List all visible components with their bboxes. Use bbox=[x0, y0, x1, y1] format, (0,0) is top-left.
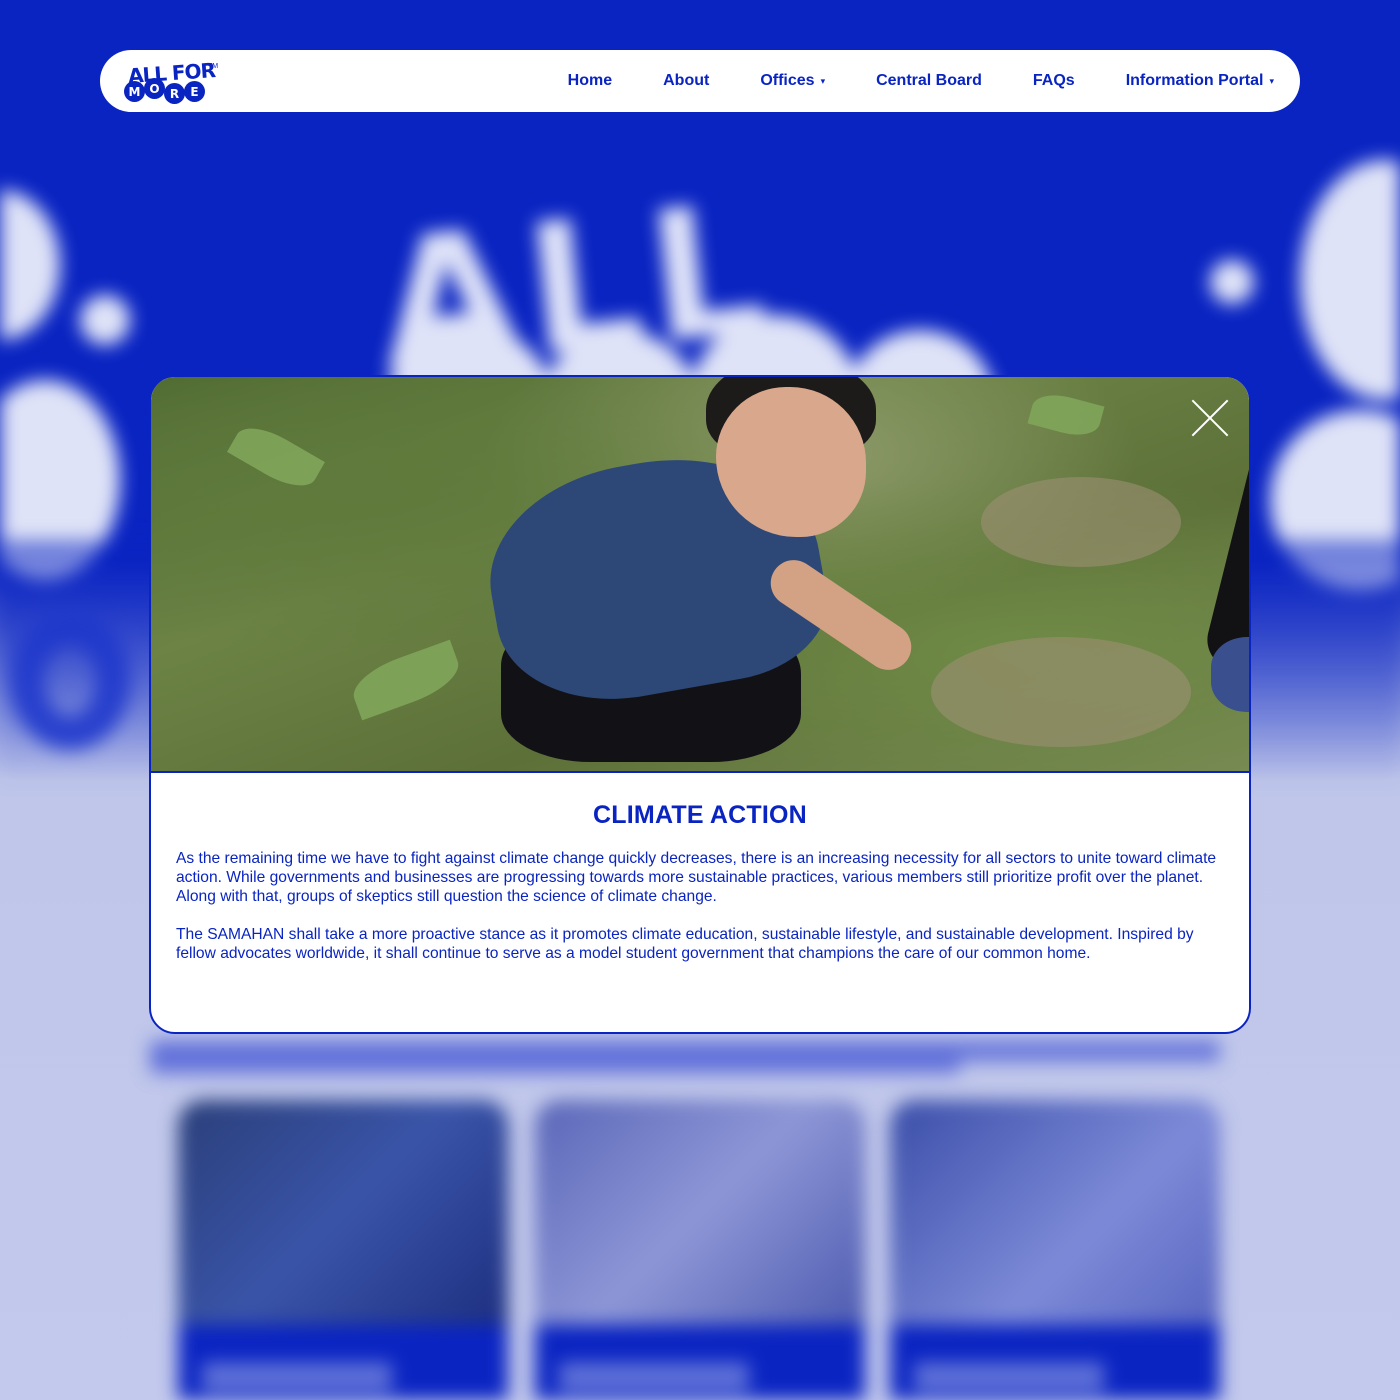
nav-label: Information Portal bbox=[1125, 72, 1264, 89]
photo-detail bbox=[931, 637, 1191, 747]
modal-body: As the remaining time we have to fight a… bbox=[176, 849, 1228, 963]
nav-label: About bbox=[663, 72, 710, 89]
caret-down-icon: ▾ bbox=[1269, 75, 1274, 86]
modal-paragraph: The SAMAHAN shall take a more proactive … bbox=[176, 926, 1194, 962]
hero-decoration bbox=[1210, 260, 1254, 304]
modal-title: CLIMATE ACTION bbox=[593, 801, 807, 829]
logo-trademark: TM bbox=[208, 63, 219, 70]
photo-detail bbox=[1211, 637, 1249, 712]
hero-decoration bbox=[80, 295, 130, 345]
caret-down-icon: ▾ bbox=[820, 75, 826, 86]
nav-menu: Home About Offices ▾ Central Board FAQs … bbox=[517, 72, 1274, 90]
photo-detail bbox=[1027, 388, 1105, 442]
nav-offices-dropdown[interactable]: Offices ▾ bbox=[760, 72, 825, 90]
photo-detail bbox=[227, 417, 325, 497]
close-icon[interactable] bbox=[1191, 399, 1229, 437]
logo-letter: R bbox=[164, 83, 185, 104]
background-card bbox=[535, 1100, 865, 1400]
climate-action-modal: CLIMATE ACTION As the remaining time we … bbox=[149, 375, 1251, 1034]
photo-detail bbox=[981, 477, 1181, 567]
card-title-bar bbox=[202, 1362, 392, 1392]
card-photo bbox=[178, 1100, 508, 1325]
photo-detail bbox=[346, 639, 466, 721]
card-photo bbox=[890, 1100, 1220, 1325]
nav-central-board[interactable]: Central Board bbox=[876, 72, 982, 90]
card-title-bar bbox=[559, 1362, 749, 1392]
nav-label: FAQs bbox=[1032, 72, 1075, 89]
tree-planting-photo bbox=[151, 377, 1249, 773]
card-photo bbox=[535, 1100, 865, 1325]
card-title-bar bbox=[914, 1362, 1104, 1392]
hero-decoration bbox=[1300, 160, 1400, 400]
logo-letter: E bbox=[184, 81, 205, 102]
background-card bbox=[890, 1100, 1220, 1400]
top-navbar: ALL FOR TM M O R E Home About Offices ▾ … bbox=[100, 50, 1300, 112]
nav-information-portal-dropdown[interactable]: Information Portal ▾ bbox=[1126, 72, 1274, 90]
hero-decoration bbox=[0, 190, 60, 340]
background-card bbox=[178, 1100, 508, 1400]
all-for-more-logo[interactable]: ALL FOR TM M O R E bbox=[124, 55, 220, 107]
nav-about[interactable]: About bbox=[663, 72, 709, 90]
nav-home[interactable]: Home bbox=[568, 72, 612, 90]
logo-letter: M bbox=[124, 81, 145, 102]
blurred-text-line bbox=[150, 1052, 960, 1074]
logo-letter-circles: M O R E bbox=[124, 78, 205, 104]
nav-label: Home bbox=[567, 72, 613, 89]
logo-letter: O bbox=[144, 78, 165, 99]
nav-label: Offices bbox=[760, 72, 815, 89]
modal-paragraph: As the remaining time we have to fight a… bbox=[176, 850, 1217, 905]
nav-faqs[interactable]: FAQs bbox=[1033, 72, 1075, 90]
nav-label: Central Board bbox=[876, 72, 982, 89]
